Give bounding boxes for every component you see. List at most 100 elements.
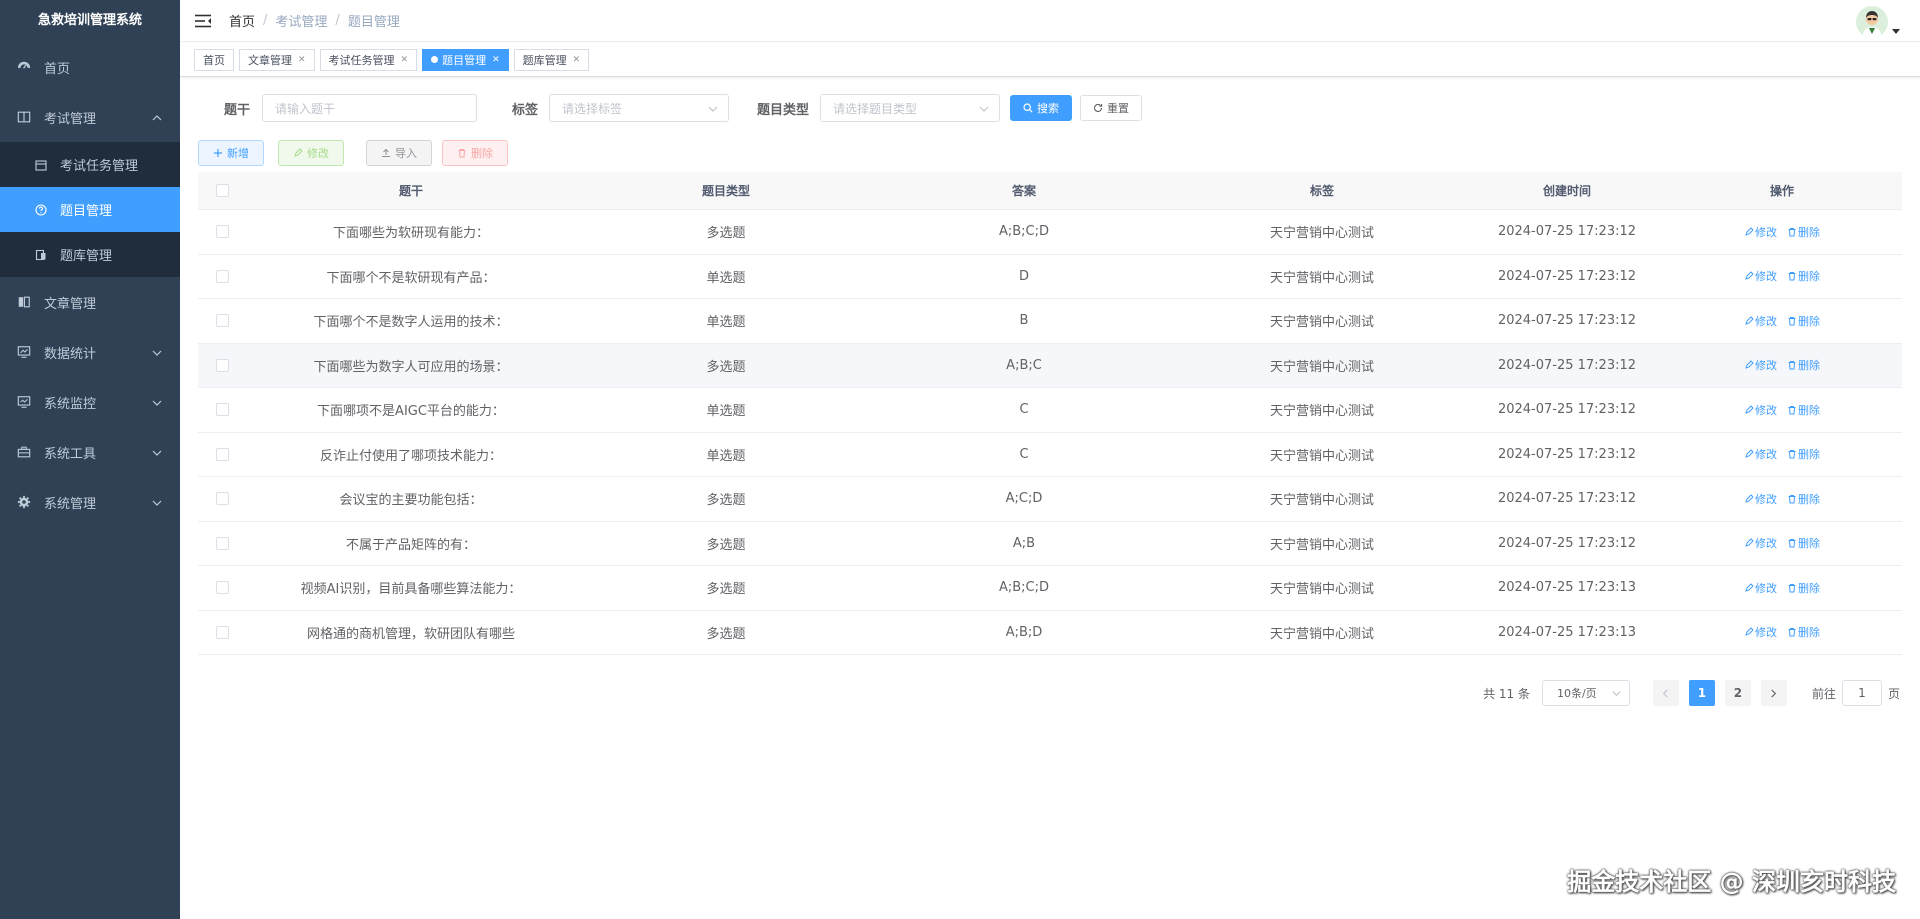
row-checkbox[interactable] — [215, 447, 229, 461]
cell-stem: 会议宝的主要功能包括： — [339, 493, 483, 509]
avatar[interactable] — [1856, 6, 1888, 38]
close-icon[interactable]: ✕ — [492, 55, 500, 65]
tag-question-bank[interactable]: 题库管理 ✕ — [513, 48, 590, 71]
breadcrumb-home[interactable]: 首页 — [229, 11, 255, 30]
edit-button[interactable]: 修改 — [278, 140, 344, 166]
row-delete-link[interactable]: 删除 — [1787, 580, 1820, 596]
page-size-select[interactable]: 10条/页 — [1541, 680, 1630, 706]
row-edit-link[interactable]: 修改 — [1744, 402, 1777, 418]
row-checkbox[interactable] — [215, 536, 229, 550]
hamburger-icon[interactable] — [195, 14, 211, 28]
goto-page-input[interactable]: 1 — [1841, 680, 1882, 706]
sidebar-item-system[interactable]: 系统管理 — [0, 477, 180, 527]
cell-answer: A;B — [1012, 535, 1036, 551]
sidebar-item-exam-task[interactable]: 考试任务管理 — [0, 142, 180, 187]
row-delete-link[interactable]: 删除 — [1787, 313, 1820, 329]
import-button-label: 导入 — [395, 147, 417, 160]
row-checkbox[interactable] — [215, 314, 229, 328]
cell-time: 2024-07-25 17:23:12 — [1497, 446, 1637, 462]
row-delete-link[interactable]: 删除 — [1787, 624, 1820, 640]
search-button[interactable]: 搜索 — [1010, 95, 1073, 121]
tag-home[interactable]: 首页 — [194, 48, 234, 71]
cell-ops: 修改 删除 — [1662, 624, 1902, 640]
tag-exam-task[interactable]: 考试任务管理 ✕ — [319, 48, 418, 71]
reset-button[interactable]: 重置 — [1080, 95, 1143, 121]
chevron-down-icon — [979, 106, 989, 112]
tag-label: 题目管理 — [442, 53, 487, 67]
chevron-down-icon — [708, 106, 718, 112]
search-form: 题干 请输入题干 标签 请选择标签 题目类型 请选择题目类型 搜索 重置 — [180, 94, 1143, 122]
row-edit-link[interactable]: 修改 — [1744, 224, 1777, 240]
tag-question[interactable]: 题目管理 ✕ — [422, 48, 509, 71]
row-edit-label: 修改 — [1755, 537, 1777, 551]
sidebar-item-label: 考试任务管理 — [60, 159, 139, 174]
edit-icon — [1745, 227, 1754, 236]
row-checkbox[interactable] — [215, 269, 229, 283]
chevron-right-icon — [1771, 688, 1777, 698]
row-checkbox[interactable] — [215, 403, 229, 417]
sidebar-item-monitor[interactable]: 系统监控 — [0, 377, 180, 427]
tag-article[interactable]: 文章管理 ✕ — [239, 48, 315, 71]
cell-tag: 天宁营销中心测试 — [1269, 537, 1374, 553]
row-delete-link[interactable]: 删除 — [1787, 402, 1820, 418]
user-menu[interactable] — [1856, 6, 1900, 38]
monitor-icon — [16, 394, 32, 410]
sidebar-item-question[interactable]: 题目管理 — [0, 187, 180, 232]
close-icon[interactable]: ✕ — [298, 55, 306, 65]
cell-type: 单选题 — [706, 315, 746, 331]
page-button-2[interactable]: 2 — [1724, 680, 1751, 706]
caret-down-icon — [1892, 29, 1900, 34]
stem-input[interactable]: 请输入题干 — [262, 94, 478, 122]
cell-stem: 反诈止付使用了哪项技术能力： — [319, 448, 502, 464]
cell-tag: 天宁营销中心测试 — [1269, 359, 1374, 375]
delete-button[interactable]: 删除 — [442, 140, 508, 166]
sidebar-item-exam[interactable]: 考试管理 — [0, 92, 180, 142]
cell-type: 单选题 — [706, 404, 746, 420]
row-checkbox[interactable] — [215, 225, 229, 239]
row-edit-link[interactable]: 修改 — [1744, 535, 1777, 551]
row-edit-link[interactable]: 修改 — [1744, 313, 1777, 329]
row-delete-link[interactable]: 删除 — [1787, 491, 1820, 507]
close-icon[interactable]: ✕ — [401, 55, 409, 65]
table-body: 下面哪些为软研现有能力： 多选题 A;B;C;D 天宁营销中心测试 2024-07-25… — [198, 210, 1902, 655]
row-delete-link[interactable]: 删除 — [1787, 357, 1820, 373]
type-select[interactable]: 请选择题目类型 — [820, 94, 1001, 122]
breadcrumb-exam: 考试管理 — [275, 15, 328, 30]
select-all-checkbox[interactable] — [215, 184, 229, 197]
trash-icon — [1788, 316, 1796, 326]
active-dot-icon — [431, 56, 439, 63]
add-button[interactable]: 新增 — [198, 140, 264, 166]
sidebar-item-home[interactable]: 首页 — [0, 42, 180, 92]
chevron-down-icon — [152, 347, 162, 357]
row-delete-link[interactable]: 删除 — [1787, 446, 1820, 462]
next-page-button[interactable] — [1760, 680, 1787, 706]
row-edit-link[interactable]: 修改 — [1744, 580, 1777, 596]
row-edit-link[interactable]: 修改 — [1744, 446, 1777, 462]
row-edit-link[interactable]: 修改 — [1744, 357, 1777, 373]
page-button-1[interactable]: 1 — [1688, 680, 1715, 706]
row-delete-label: 删除 — [1798, 314, 1820, 328]
row-edit-link[interactable]: 修改 — [1744, 268, 1777, 284]
sidebar-item-statistics[interactable]: 数据统计 — [0, 327, 180, 377]
row-delete-link[interactable]: 删除 — [1787, 268, 1820, 284]
cell-time: 2024-07-25 17:23:12 — [1497, 357, 1637, 373]
cell-ops: 修改 删除 — [1662, 491, 1902, 507]
edit-icon — [1745, 271, 1754, 281]
tag-select[interactable]: 请选择标签 — [549, 94, 730, 122]
row-checkbox[interactable] — [215, 492, 229, 506]
row-check-cell — [198, 536, 246, 550]
sidebar-item-tools[interactable]: 系统工具 — [0, 427, 180, 477]
row-checkbox[interactable] — [215, 358, 229, 372]
row-delete-link[interactable]: 删除 — [1787, 224, 1820, 240]
row-checkbox[interactable] — [215, 581, 229, 595]
prev-page-button[interactable] — [1652, 680, 1679, 706]
sidebar-item-article[interactable]: 文章管理 — [0, 277, 180, 327]
row-edit-link[interactable]: 修改 — [1744, 624, 1777, 640]
close-icon[interactable]: ✕ — [573, 55, 581, 65]
row-delete-link[interactable]: 删除 — [1787, 535, 1820, 551]
cell-tag: 天宁营销中心测试 — [1269, 226, 1374, 242]
row-edit-link[interactable]: 修改 — [1744, 491, 1777, 507]
import-button[interactable]: 导入 — [366, 140, 432, 166]
sidebar-item-question-bank[interactable]: 题库管理 — [0, 232, 180, 277]
row-checkbox[interactable] — [215, 625, 229, 639]
